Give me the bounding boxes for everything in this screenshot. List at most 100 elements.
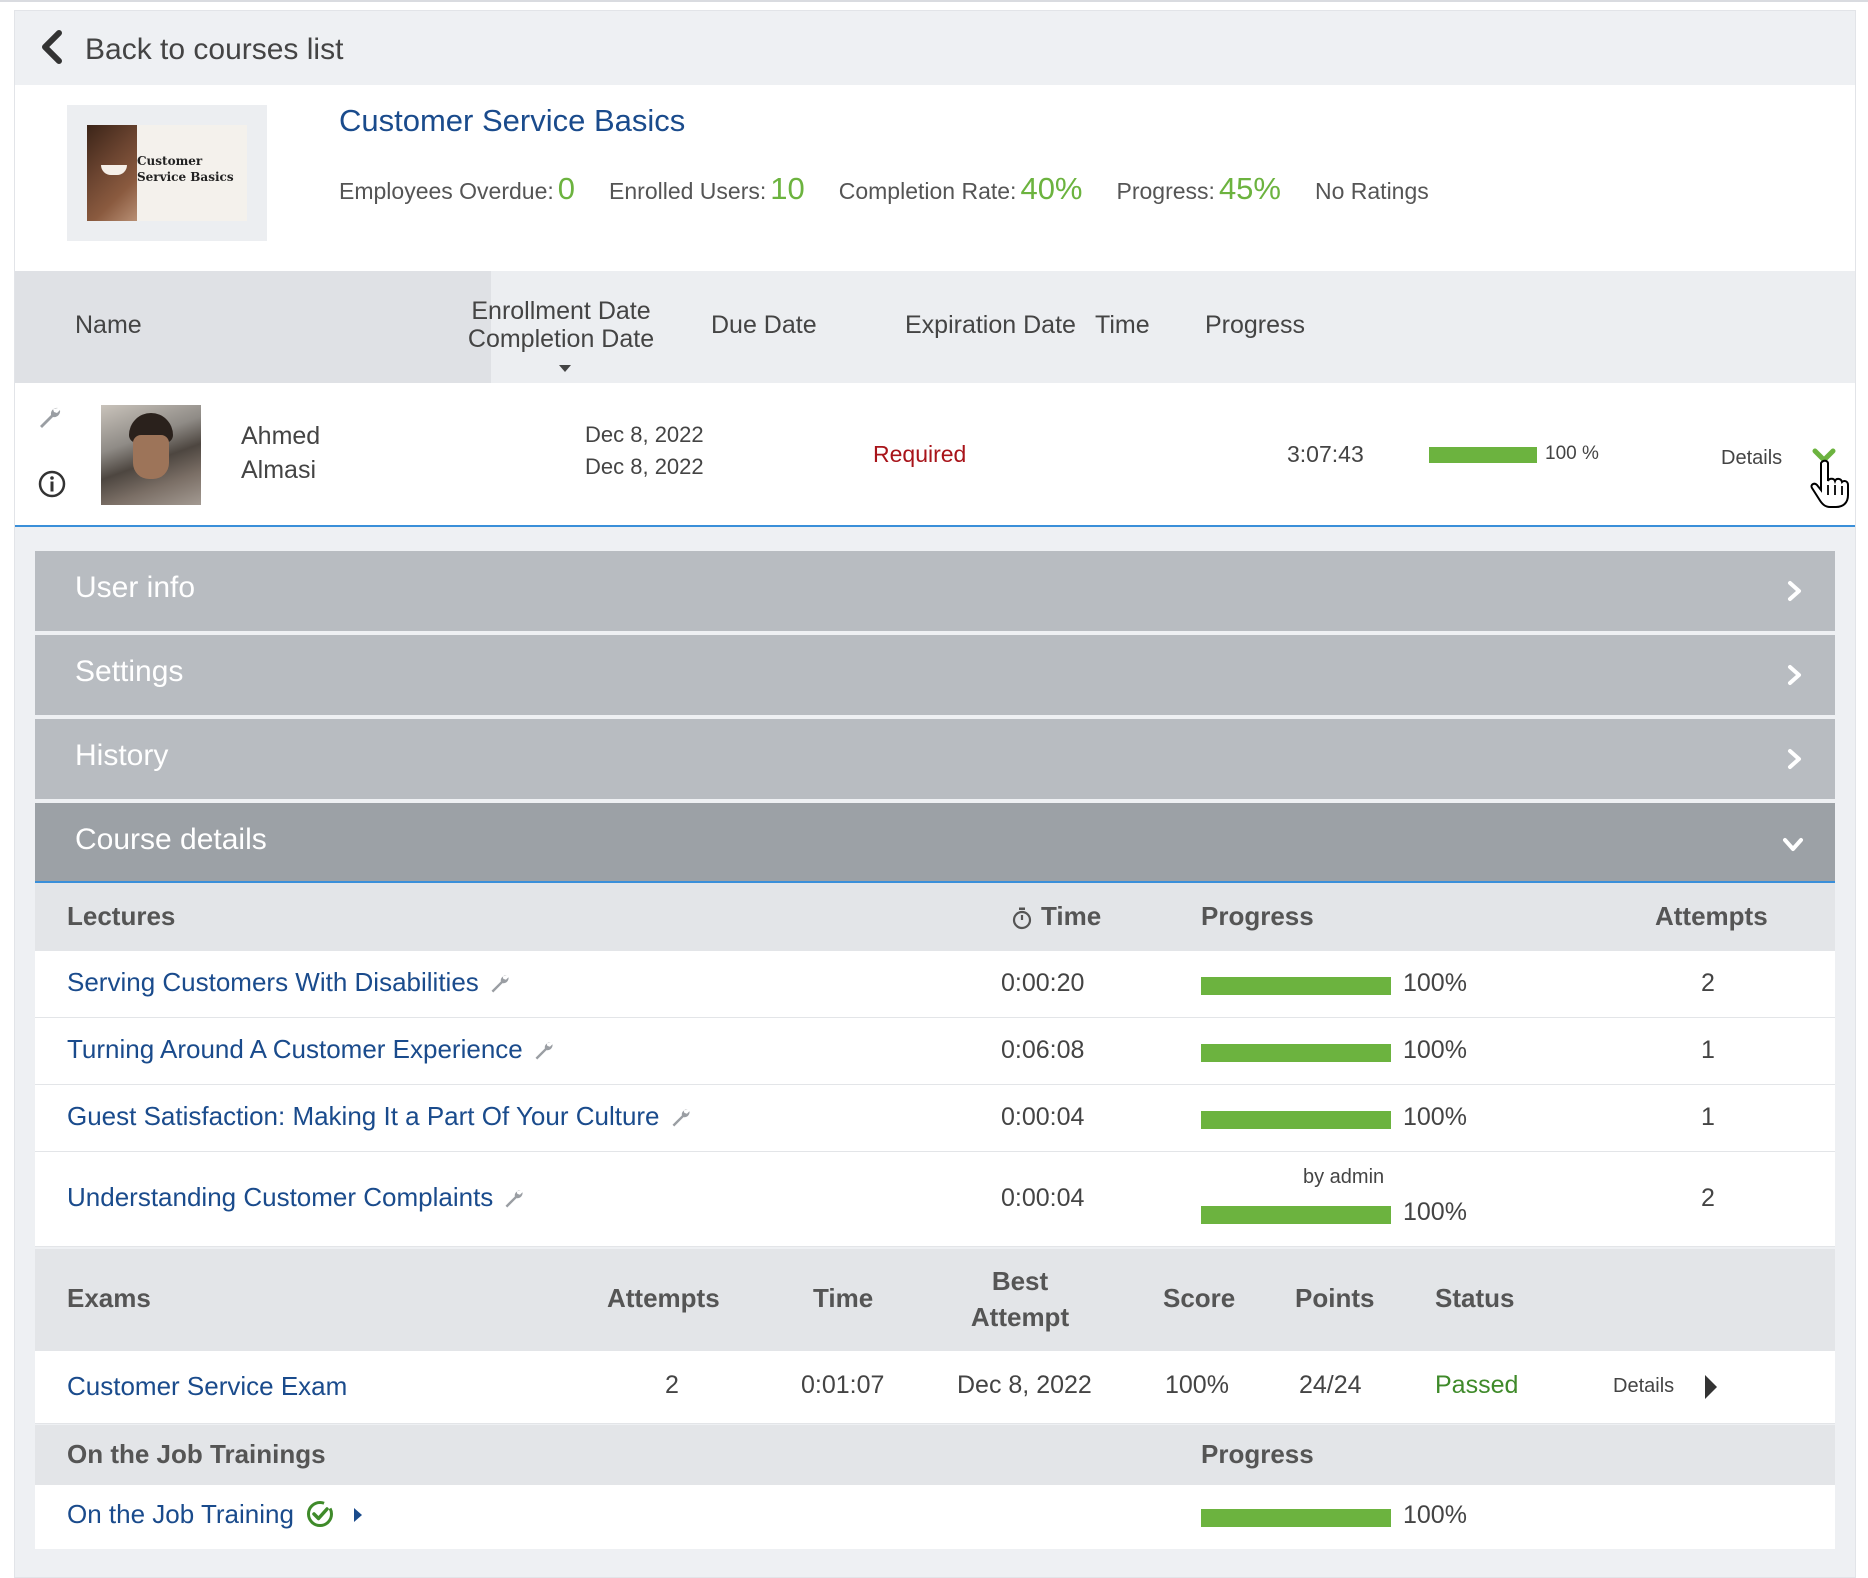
stat-label: Employees Overdue: [339,178,554,204]
wrench-icon[interactable] [503,1188,525,1210]
lecture-name[interactable]: Understanding Customer Complaints [67,1182,493,1212]
chevron-right-icon[interactable] [1785,579,1805,603]
thumbnail-text: Customer Service Basics [137,154,234,184]
wrench-icon[interactable] [670,1107,692,1129]
column-completion-date[interactable]: Completion Date [468,325,654,353]
thumbnail-photo [87,125,137,221]
chevron-right-icon[interactable] [1785,747,1805,771]
lecture-name[interactable]: Turning Around A Customer Experience [67,1034,523,1064]
sort-caret-icon[interactable] [559,364,571,372]
course-header: Customer Service Basics Customer Service… [15,85,1855,271]
back-bar[interactable]: Back to courses list [15,11,1855,85]
wrench-icon[interactable] [489,973,511,995]
lecture-attempts: 2 [1701,1184,1715,1212]
exams-status-header: Status [1435,1283,1515,1313]
lecture-progress: 100% [1403,1103,1467,1131]
lecture-progress-bar [1201,1206,1391,1224]
lecture-row: Serving Customers With Disabilities 0:00… [35,951,1835,1018]
column-completion-date-row[interactable]: Completion Date [461,325,661,381]
chevron-down-icon[interactable] [1781,835,1805,855]
lecture-progress: 100% [1403,969,1467,997]
exam-row: Customer Service Exam 2 0:01:07 Dec 8, 2… [35,1351,1835,1424]
lectures-progress-header: Progress [1201,901,1314,931]
lectures-header: Lectures Time Progress Attempts [35,883,1835,951]
column-progress[interactable]: Progress [1205,311,1305,340]
lecture-link[interactable]: Turning Around A Customer Experience [67,1034,555,1065]
column-time[interactable]: Time [1095,311,1150,340]
lecture-completed-by: by admin [1303,1166,1385,1188]
stat-ratings: No Ratings [1314,178,1429,204]
stat-completion-rate: Completion Rate: 40% [839,171,1083,207]
user-progress-label: 100 % [1545,443,1599,464]
stat-employees-overdue: Employees Overdue: 0 [339,171,575,207]
lecture-name[interactable]: Guest Satisfaction: Making It a Part Of … [67,1101,660,1131]
user-first-name[interactable]: Ahmed [241,419,320,453]
lecture-progress-bar [1201,977,1391,995]
course-user-panel: Back to courses list Customer Service Ba… [14,10,1856,1578]
stat-label: Enrolled Users: [609,178,767,204]
chevron-right-icon[interactable] [1785,663,1805,687]
course-thumbnail: Customer Service Basics [87,125,247,221]
lecture-row: Turning Around A Customer Experience 0:0… [35,1018,1835,1085]
lecture-link[interactable]: Understanding Customer Complaints [67,1182,525,1213]
lectures-attempts-header: Attempts [1655,901,1768,931]
course-stats: Employees Overdue: 0 Enrolled Users: 10 Co… [339,171,1429,207]
course-title[interactable]: Customer Service Basics [339,103,685,139]
accordion-title[interactable]: History [75,739,168,773]
stat-value: 0 [557,171,576,206]
user-details-toggle[interactable]: Details [1721,447,1782,470]
stat-value: 10 [770,171,805,206]
lecture-link[interactable]: Serving Customers With Disabilities [67,967,511,998]
lecture-name[interactable]: Serving Customers With Disabilities [67,967,479,997]
ojt-row: On the Job Training 100% [35,1485,1835,1549]
top-border [0,0,1868,2]
accordion-course-details[interactable]: Course details [35,803,1835,883]
exam-score: 100% [1165,1371,1229,1399]
column-due-date[interactable]: Due Date [711,311,817,340]
lecture-link[interactable]: Guest Satisfaction: Making It a Part Of … [67,1101,692,1132]
lecture-time: 0:00:20 [1001,969,1085,997]
exam-best-attempt: Dec 8, 2022 [957,1371,1092,1399]
column-enrollment-date[interactable]: Enrollment Date [461,297,661,325]
user-last-name[interactable]: Almasi [241,453,320,487]
info-icon[interactable] [37,469,67,499]
exam-attempts: 2 [665,1371,679,1399]
column-name[interactable]: Name [75,311,142,340]
ojt-header: On the Job Trainings Progress [35,1425,1835,1485]
column-expiration-date[interactable]: Expiration Date [905,311,1076,340]
wrench-icon[interactable] [533,1040,555,1062]
wrench-icon[interactable] [37,405,63,431]
triangle-right-icon[interactable] [1703,1373,1719,1401]
accordion-title[interactable]: Course details [75,823,267,857]
stat-enrolled-users: Enrolled Users: 10 [609,171,805,207]
user-dates: Dec 8, 2022 Dec 8, 2022 [585,419,704,483]
back-to-courses-link[interactable]: Back to courses list [85,33,343,67]
accordion-title[interactable]: User info [75,571,195,605]
accordion-history[interactable]: History [35,719,1835,799]
lecture-progress-bar [1201,1111,1391,1129]
triangle-right-icon[interactable] [353,1507,363,1523]
time-label: Time [1041,901,1102,931]
ojt-progress-header: Progress [1201,1439,1314,1469]
user-time: 3:07:43 [1287,441,1364,467]
accordion-settings[interactable]: Settings [35,635,1835,715]
exams-attempts-header: Attempts [607,1283,720,1313]
user-name[interactable]: Ahmed Almasi [241,419,320,487]
stat-label: Progress: [1116,178,1215,204]
lecture-progress: 100% [1403,1036,1467,1064]
lecture-row: Guest Satisfaction: Making It a Part Of … [35,1085,1835,1152]
exams-points-header: Points [1295,1283,1375,1313]
stat-value: 45% [1218,171,1281,206]
ojt-link[interactable]: On the Job Training [67,1499,294,1530]
accordion-user-info[interactable]: User info [35,551,1835,631]
exam-link[interactable]: Customer Service Exam [67,1371,347,1402]
chevron-left-icon[interactable] [37,29,65,65]
column-enrollment-completion-date[interactable]: Enrollment Date Completion Date [461,297,661,381]
stopwatch-icon [1012,907,1032,930]
exam-details-link[interactable]: Details [1613,1375,1674,1398]
lecture-time: 0:06:08 [1001,1036,1085,1064]
user-enrollment-date: Dec 8, 2022 [585,422,704,447]
accordion-title[interactable]: Settings [75,655,183,689]
check-badge-icon [307,1501,333,1527]
lecture-row: Understanding Customer Complaints 0:00:0… [35,1152,1835,1247]
